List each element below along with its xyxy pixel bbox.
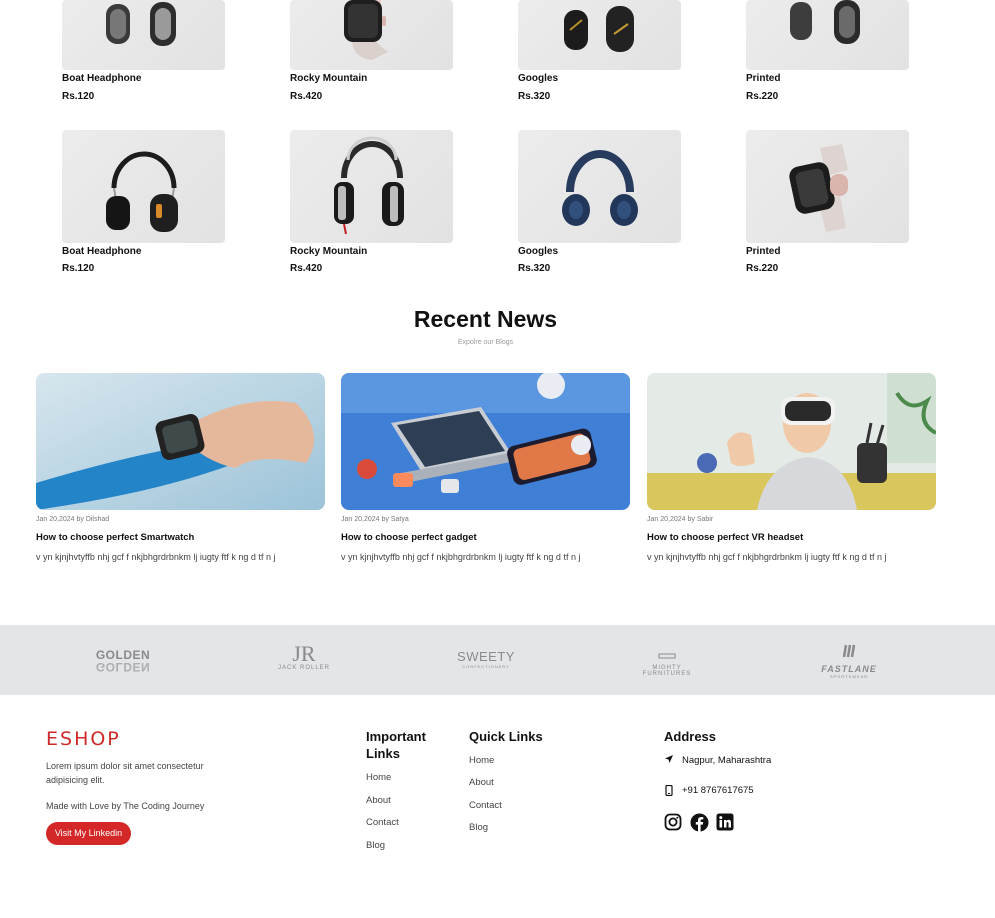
product-card[interactable]: Printed Rs.220 [746,0,909,102]
important-link-about[interactable]: About [366,795,391,806]
quick-link-contact[interactable]: Contact [469,800,502,811]
quick-links-heading: Quick Links [469,729,543,744]
blog-title[interactable]: How to choose perfect Smartwatch [36,532,194,543]
product-card[interactable]: Googles Rs.320 [518,130,681,274]
brand-logo-jack-roller: JR JACK ROLLER [277,641,330,672]
product-name[interactable]: Printed [746,246,780,257]
product-price: Rs.120 [62,263,95,274]
product-image[interactable] [290,0,453,70]
blog-image[interactable] [341,373,630,510]
product-name[interactable]: Googles [518,246,558,257]
fastlane-mark-icon [842,644,856,658]
product-price: Rs.320 [518,91,551,102]
brand-logo-golden: GOLDEN GOLDEN [95,648,151,674]
product-name[interactable]: Boat Headphone [62,73,141,84]
mobile-phone-icon [665,785,673,796]
product-card[interactable]: Boat Headphone Rs.120 [62,0,225,102]
location-arrow-icon [665,755,673,763]
product-name[interactable]: Printed [746,73,780,84]
blog-description: v yn kjnjhvtyffb nhj gcf f nkjbhgrdrbnkm… [647,552,887,562]
blog-image[interactable] [647,373,936,510]
footer-about: Lorem ipsum dolor sit amet consectetur a… [46,761,204,785]
product-name[interactable]: Rocky Mountain [290,246,367,257]
address-phone: +91 8767617675 [682,785,754,796]
linkedin-icon[interactable] [716,813,734,831]
product-image[interactable] [518,130,681,243]
product-price: Rs.320 [518,263,551,274]
footer-logo[interactable]: ESHOP [46,728,121,750]
brand-logo-mighty: MIGHTY FURNITURES [617,647,717,683]
product-image[interactable] [746,130,909,243]
product-name[interactable]: Boat Headphone [62,246,141,257]
product-image[interactable] [62,130,225,243]
product-price: Rs.220 [746,91,779,102]
product-card[interactable]: Boat Headphone Rs.120 [62,130,225,274]
product-card[interactable]: Rocky Mountain Rs.420 [290,130,453,274]
important-link-contact[interactable]: Contact [366,817,399,828]
product-card[interactable]: Rocky Mountain Rs.420 [290,0,453,102]
blog-title[interactable]: How to choose perfect VR headset [647,532,803,543]
blog-card[interactable]: Jan 20,2024 by Satya How to choose perfe… [341,373,630,562]
brand-strip: GOLDEN GOLDEN JR JACK ROLLER SWEETY CONF… [0,625,995,695]
product-image[interactable] [62,0,225,70]
facebook-icon[interactable] [690,813,709,832]
blog-meta: Jan 20,2024 by Satya [341,516,409,523]
linkedin-button[interactable]: Visit My Linkedin [46,822,131,845]
important-link-home[interactable]: Home [366,772,391,783]
instagram-icon[interactable] [664,813,682,831]
product-name[interactable]: Rocky Mountain [290,73,367,84]
quick-link-home[interactable]: Home [469,755,494,766]
blog-description: v yn kjnjhvtyffb nhj gcf f nkjbhgrdrbnkm… [341,552,581,562]
product-price: Rs.120 [62,91,95,102]
product-price: Rs.420 [290,263,323,274]
section-subtitle: Expolre our Blogs [457,339,514,346]
address-heading: Address [664,729,717,744]
blog-title[interactable]: How to choose perfect gadget [341,532,477,543]
important-link-blog[interactable]: Blog [366,840,385,851]
blog-image[interactable] [36,373,325,510]
product-image[interactable] [518,0,681,70]
product-image[interactable] [290,130,453,243]
quick-link-blog[interactable]: Blog [469,822,488,833]
product-price: Rs.420 [290,91,323,102]
blog-card[interactable]: Jan 20,2024 by Sabir How to choose perfe… [647,373,936,562]
footer-made-with: Made with Love by The Coding Journey [46,801,205,811]
product-image[interactable] [746,0,909,70]
quick-link-about[interactable]: About [469,777,494,788]
brand-logo-fastlane: FASTLANE SPORTSWEAR [799,643,899,679]
sofa-icon [658,653,676,659]
address-location: Nagpur, Maharashtra [682,755,772,766]
section-title: Recent News [413,306,558,332]
important-links-heading: Important Links [366,729,426,761]
blog-meta: Jan 20,2024 by Sabir [647,516,714,523]
product-card[interactable]: Printed Rs.220 [746,130,909,274]
product-price: Rs.220 [746,263,779,274]
brand-logo-sweety: SWEETY CONFECTIONERY [457,649,515,670]
product-name[interactable]: Googles [518,73,558,84]
blog-description: v yn kjnjhvtyffb nhj gcf f nkjbhgrdrbnkm… [36,552,276,562]
blog-meta: Jan 20,2024 by Dilshad [36,516,110,523]
blog-card[interactable]: Jan 20,2024 by Dilshad How to choose per… [36,373,325,562]
product-card[interactable]: Googles Rs.320 [518,0,681,102]
